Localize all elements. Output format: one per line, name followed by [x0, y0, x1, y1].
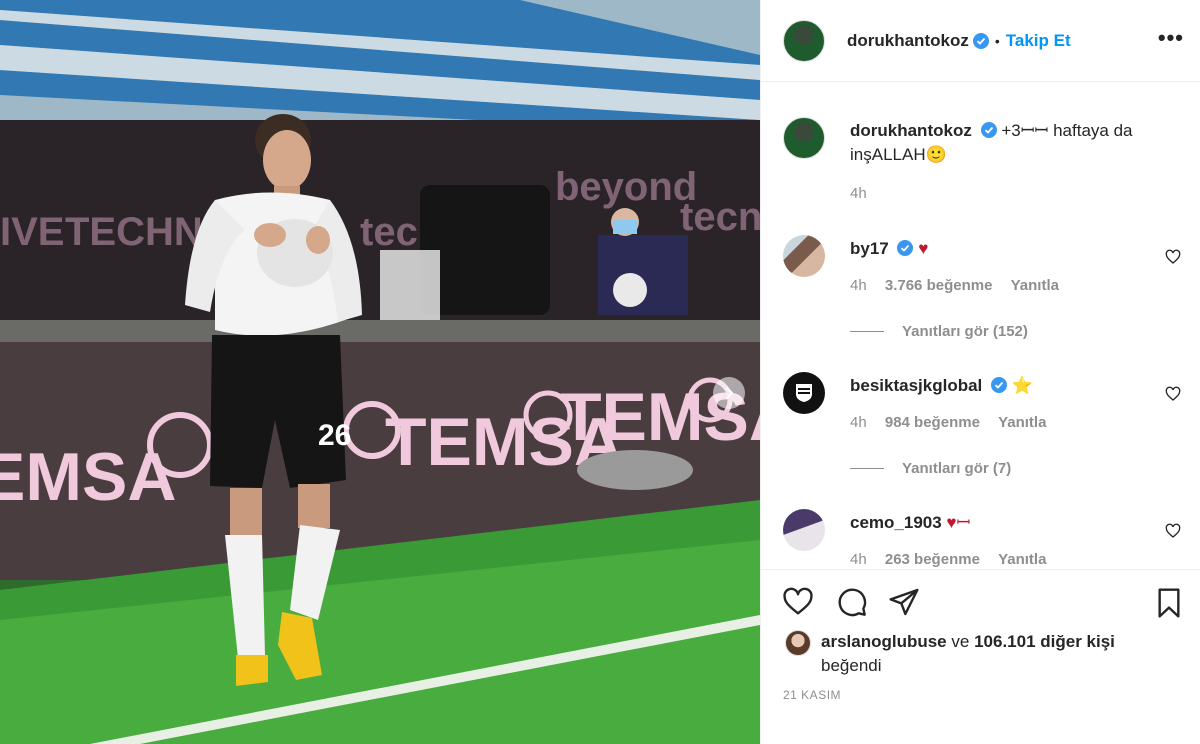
comment-time[interactable]: 4h	[850, 414, 867, 431]
comment-likes[interactable]: 984 beğenme	[885, 414, 980, 431]
comment-text: ⭐	[1011, 376, 1033, 395]
comment-item: besiktasjkglobal ⭐ 4h 984 beğenme Yanıtl…	[783, 372, 1183, 482]
comment-body: by17 ♥	[850, 237, 1170, 261]
verified-badge-icon	[897, 240, 914, 256]
caption-body: dorukhantokoz +3ꟷꟷ haftaya da inşALLAH🙂	[850, 119, 1170, 167]
comment-item: by17 ♥ 4h 3.766 beğenme Yanıtla Yanıtlar…	[783, 235, 1183, 345]
likes-summary: arslanoglubuse ve 106.101 diğer kişi beğ…	[785, 630, 1115, 678]
next-photo-button[interactable]	[713, 377, 745, 409]
replies-divider	[850, 331, 884, 332]
like-comment-heart-icon[interactable]	[1165, 386, 1181, 402]
likes-suffix: beğendi	[821, 656, 882, 675]
post-photo-image: IVE TECHNICS technics beyond tecn EMSA T…	[0, 0, 760, 744]
likes-text: arslanoglubuse ve 106.101 diğer kişi beğ…	[821, 630, 1115, 678]
comment-meta: 4h 3.766 beğenme Yanıtla	[850, 277, 1073, 294]
comment-text: ♥ꟷ	[946, 513, 971, 532]
likes-connector: ve	[951, 632, 970, 651]
reply-button[interactable]: Yanıtla	[998, 414, 1046, 431]
follow-button[interactable]: Takip Et	[1006, 31, 1071, 51]
header-separator: •	[994, 32, 1000, 49]
comment-icon[interactable]	[835, 586, 869, 618]
comment-likes[interactable]: 263 beğenme	[885, 551, 980, 568]
like-comment-heart-icon[interactable]	[1165, 249, 1181, 265]
reply-button[interactable]: Yanıtla	[1011, 277, 1059, 294]
action-bar	[781, 586, 1181, 620]
post-caption: dorukhantokoz +3ꟷꟷ haftaya da inşALLAH🙂 …	[783, 117, 1183, 207]
commenter-avatar[interactable]	[783, 372, 825, 414]
comment-body: besiktasjkglobal ⭐	[850, 374, 1170, 398]
comment-likes[interactable]: 3.766 beğenme	[885, 277, 993, 294]
comment-username[interactable]: besiktasjkglobal	[850, 376, 982, 395]
comment-username[interactable]: by17	[850, 239, 889, 258]
caption-meta: 4h	[850, 185, 881, 202]
author-avatar-small[interactable]	[783, 117, 825, 159]
post-header: dorukhantokoz • Takip Et •••	[761, 0, 1200, 82]
comment-time[interactable]: 4h	[850, 551, 867, 568]
caption-time[interactable]: 4h	[850, 185, 867, 202]
post-panel: dorukhantokoz • Takip Et ••• dorukhantok…	[760, 0, 1200, 744]
reply-button[interactable]: Yanıtla	[998, 551, 1046, 568]
commenter-avatar[interactable]	[783, 235, 825, 277]
club-crest-icon	[796, 384, 812, 402]
view-replies-button[interactable]: Yanıtları gör (7)	[850, 460, 1011, 477]
comment-meta: 4h 984 beğenme Yanıtla	[850, 414, 1060, 431]
comment-text: ♥	[918, 239, 929, 258]
verified-badge-icon	[972, 32, 989, 49]
svg-text:26: 26	[318, 419, 351, 452]
bookmark-icon[interactable]	[1153, 586, 1185, 620]
svg-text:IVE: IVE	[0, 210, 64, 254]
liker-username[interactable]: arslanoglubuse	[821, 632, 947, 651]
verified-badge-icon	[991, 377, 1008, 393]
post-photo[interactable]: IVE TECHNICS technics beyond tecn EMSA T…	[0, 0, 760, 744]
view-replies-label: Yanıtları gör (7)	[902, 460, 1012, 477]
heart-icon[interactable]	[781, 586, 815, 618]
likes-others[interactable]: 106.101 diğer kişi	[974, 632, 1115, 651]
verified-badge-icon	[980, 122, 997, 138]
post-actions: arslanoglubuse ve 106.101 diğer kişi beğ…	[761, 569, 1200, 744]
chevron-right-icon	[725, 386, 734, 400]
post-date[interactable]: 21 KASIM	[783, 688, 841, 702]
replies-divider	[850, 468, 884, 469]
commenter-avatar[interactable]	[783, 509, 825, 551]
liker-avatar[interactable]	[785, 630, 811, 656]
svg-text:tecn: tecn	[680, 195, 760, 239]
comment-body: cemo_1903 ♥ꟷ	[850, 511, 1170, 535]
svg-text:beyond: beyond	[555, 165, 697, 209]
author-username[interactable]: dorukhantokoz	[847, 31, 969, 51]
more-options-button[interactable]: •••	[1158, 27, 1184, 49]
share-icon[interactable]	[887, 586, 921, 618]
comments-list[interactable]: dorukhantokoz +3ꟷꟷ haftaya da inşALLAH🙂 …	[761, 83, 1200, 569]
comment-time[interactable]: 4h	[850, 277, 867, 294]
view-replies-label: Yanıtları gör (152)	[902, 323, 1028, 340]
view-replies-button[interactable]: Yanıtları gör (152)	[850, 323, 1028, 340]
author-avatar[interactable]	[783, 19, 825, 62]
comment-meta: 4h 263 beğenme Yanıtla	[850, 551, 1060, 568]
comment-username[interactable]: cemo_1903	[850, 513, 942, 532]
like-comment-heart-icon[interactable]	[1165, 523, 1181, 539]
comment-item: cemo_1903 ♥ꟷ 4h 263 beğenme Yanıtla	[783, 509, 1183, 569]
caption-username[interactable]: dorukhantokoz	[850, 121, 972, 140]
